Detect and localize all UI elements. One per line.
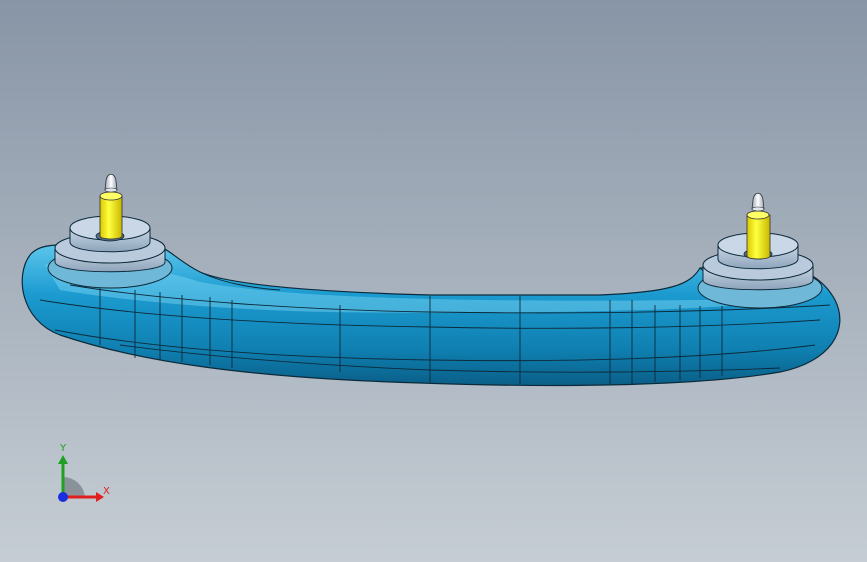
graphics-viewport[interactable]: X Y <box>0 0 867 562</box>
right-pin[interactable] <box>746 192 771 260</box>
y-axis-arrowhead <box>58 455 68 464</box>
left-pin[interactable] <box>99 173 123 240</box>
y-axis-label: Y <box>60 443 67 454</box>
orientation-triad[interactable]: X Y <box>50 440 120 510</box>
z-axis-dot <box>58 492 68 502</box>
x-axis-label: X <box>103 486 110 497</box>
3d-model-grab-handle[interactable] <box>0 0 867 562</box>
